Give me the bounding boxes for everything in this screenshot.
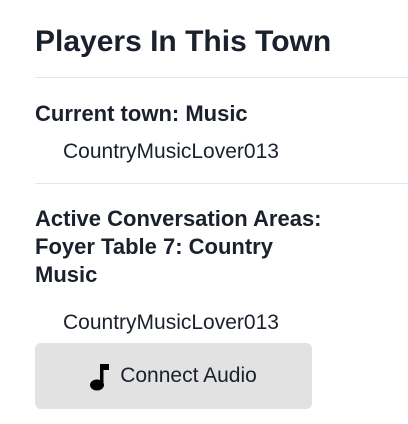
section-divider (35, 183, 408, 184)
conversation-area-player: CountryMusicLover013 (63, 311, 279, 334)
current-town-heading: Current town: Music (35, 101, 248, 126)
connect-audio-button[interactable]: Connect Audio (35, 343, 312, 409)
page-title: Players In This Town (35, 25, 332, 58)
current-town-player: CountryMusicLover013 (63, 140, 279, 163)
music-note-icon (90, 364, 110, 391)
conversation-area-name-cont: Music (35, 262, 98, 287)
conversation-areas-heading: Active Conversation Areas: Foyer Table 7… (35, 205, 322, 289)
connect-audio-label: Connect Audio (120, 364, 257, 387)
conversation-areas-heading-line: Active Conversation Areas: (35, 206, 322, 231)
conversation-area-name: Foyer Table 7: Country (35, 234, 273, 259)
title-divider (35, 77, 408, 78)
